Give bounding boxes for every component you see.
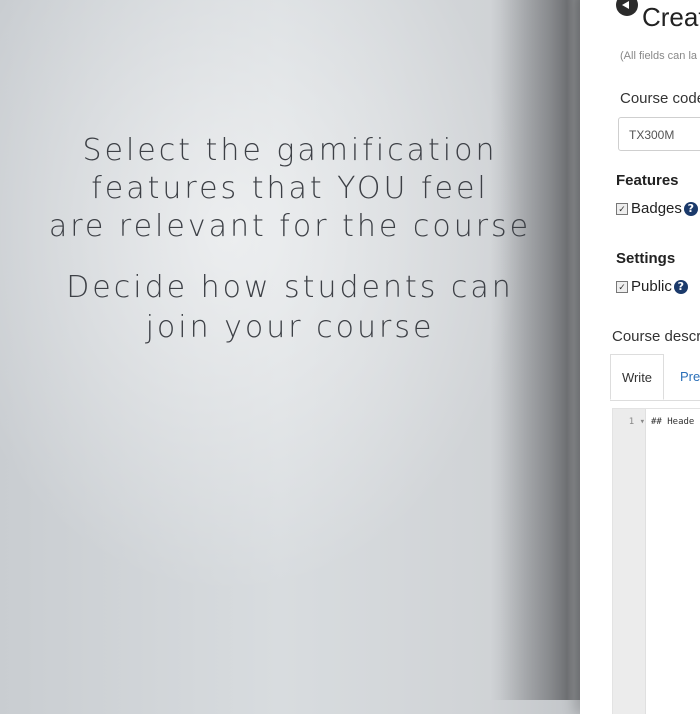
caption-line: are relevant for the course <box>48 209 532 244</box>
page-title: Creat <box>642 2 700 32</box>
caption-line: Decide how students can <box>66 270 514 305</box>
question-circle-icon[interactable]: ? <box>673 279 688 294</box>
question-circle-icon[interactable]: ? <box>683 201 698 216</box>
public-label: Public <box>631 278 672 295</box>
fold-marker-icon[interactable]: ▾ <box>640 417 645 427</box>
features-title: Features <box>616 172 679 189</box>
course-description-label: Course descrip <box>612 328 700 345</box>
panel-shadow <box>500 0 582 700</box>
caption-line: Select the gamification <box>82 133 498 168</box>
badges-option[interactable]: ✓ Badges ? <box>616 200 698 217</box>
badges-label: Badges <box>631 200 682 217</box>
settings-title: Settings <box>616 250 676 267</box>
editor-gutter <box>613 409 646 714</box>
editor-code-line[interactable]: ## Heade <box>651 417 694 427</box>
editor-line-number: 1 ▾ <box>615 417 645 427</box>
public-option[interactable]: ✓ Public ? <box>616 278 688 295</box>
tab-write[interactable]: Write <box>610 354 664 400</box>
description-editor[interactable]: 1 ▾ ## Heade <box>612 408 700 714</box>
back-arrow-circle-icon[interactable] <box>616 0 638 16</box>
caption-gamification: Select the gamification features that YO… <box>20 132 560 246</box>
caption-join: Decide how students can join your course <box>20 268 560 348</box>
badges-checkbox[interactable]: ✓ <box>616 202 628 215</box>
course-code-label: Course code <box>620 90 700 107</box>
fields-hint: (All fields can la <box>620 50 698 62</box>
public-checkbox[interactable]: ✓ <box>616 280 628 293</box>
caption-line: features that YOU feel <box>91 171 489 206</box>
create-course-panel: Creat (All fields can la Course code TX3… <box>580 0 700 714</box>
description-tabs: Write Pre <box>610 354 700 401</box>
course-code-input[interactable]: TX300M <box>618 117 700 151</box>
line-number-value: 1 <box>628 417 635 427</box>
tab-preview[interactable]: Pre <box>680 354 700 400</box>
caption-line: join your course <box>145 310 435 345</box>
